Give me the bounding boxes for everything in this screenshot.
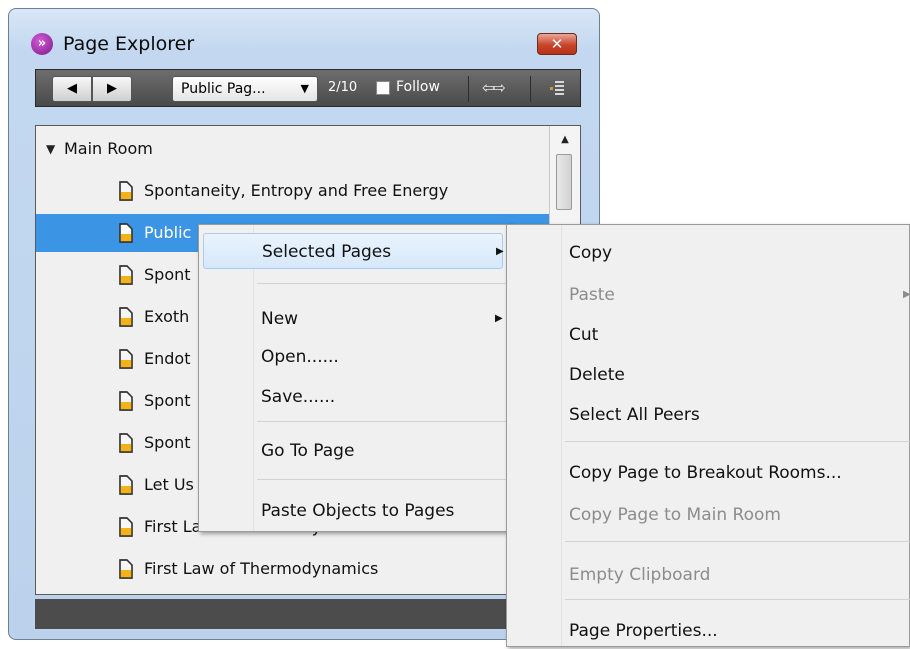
submenu-item-label: Delete bbox=[569, 365, 625, 385]
context-menu-item-label: Save...... bbox=[261, 387, 336, 407]
tree-page-label: First Law of Thermodynamics bbox=[144, 559, 379, 578]
submenu-item[interactable]: Copy Page to Breakout Rooms... bbox=[507, 457, 909, 491]
page-select-dropdown[interactable]: Public Pag... ▼ bbox=[172, 76, 318, 102]
page-icon bbox=[119, 307, 133, 327]
scroll-up-icon[interactable]: ▲ bbox=[555, 134, 575, 152]
page-icon bbox=[119, 517, 133, 537]
toolbar-divider bbox=[468, 76, 469, 102]
tree-page-label: Spontaneity, Entropy and Free Energy bbox=[144, 181, 449, 200]
submenu-item[interactable]: Paste ▶ bbox=[507, 279, 910, 313]
window-title: Page Explorer bbox=[63, 33, 195, 55]
follow-checkbox[interactable] bbox=[376, 81, 390, 95]
toolbar-divider bbox=[530, 76, 531, 102]
tree-page-label: Exoth bbox=[144, 307, 190, 326]
context-menu-item-label: Selected Pages bbox=[262, 242, 392, 262]
follow-label: Follow bbox=[396, 79, 440, 95]
page-icon bbox=[119, 349, 133, 369]
menu-separator bbox=[257, 479, 507, 480]
tree-page-row[interactable]: First Law of Thermodynamics bbox=[36, 550, 580, 588]
submenu-item[interactable]: Delete bbox=[507, 359, 909, 393]
submenu-item-label: Copy bbox=[569, 243, 613, 263]
page-icon bbox=[119, 475, 133, 495]
app-logo-icon: » bbox=[31, 33, 53, 55]
context-menu-item[interactable]: Go To Page bbox=[199, 433, 511, 469]
page-list-icon[interactable] bbox=[546, 78, 566, 98]
menu-separator bbox=[257, 421, 507, 422]
tree-page-label: Let Us bbox=[144, 475, 194, 494]
tree-root-main-room[interactable]: ▼ Main Room bbox=[36, 130, 580, 168]
context-menu-item[interactable]: Save...... bbox=[199, 379, 511, 415]
submenu-item[interactable]: Copy Page to Main Room bbox=[507, 499, 909, 533]
menu-icon-gutter bbox=[199, 225, 254, 531]
page-icon bbox=[119, 433, 133, 453]
submenu-item-label: Empty Clipboard bbox=[569, 565, 711, 585]
submenu-arrow-icon: ▶ bbox=[496, 246, 504, 257]
page-icon bbox=[119, 181, 133, 201]
submenu-item[interactable]: Copy bbox=[507, 237, 909, 271]
submenu-item[interactable]: Page Properties... bbox=[507, 615, 909, 649]
submenu-item-label: Copy Page to Main Room bbox=[569, 505, 781, 525]
submenu-item[interactable]: Empty Clipboard bbox=[507, 559, 909, 593]
tree-page-label: Spont bbox=[144, 391, 191, 410]
scroll-thumb[interactable] bbox=[556, 154, 572, 210]
context-menu-item[interactable]: Open...... bbox=[199, 339, 511, 375]
menu-separator bbox=[565, 541, 910, 542]
submenu-item[interactable]: Cut bbox=[507, 319, 909, 353]
next-page-button[interactable]: ▶ bbox=[92, 76, 132, 102]
tree-page-label: Spont bbox=[144, 433, 191, 452]
submenu-item-label: Select All Peers bbox=[569, 405, 700, 425]
tree-page-row[interactable]: Spontaneity, Entropy and Free Energy bbox=[36, 172, 580, 210]
menu-separator bbox=[565, 599, 910, 600]
menu-separator bbox=[257, 283, 507, 284]
chevron-down-icon: ▼ bbox=[300, 82, 309, 95]
tree-page-label: Endot bbox=[144, 349, 191, 368]
context-menu-item[interactable]: New ▶ bbox=[199, 301, 511, 337]
submenu-item-label: Page Properties... bbox=[569, 621, 718, 641]
context-menu: Selected Pages ▶ New ▶ Open...... Save...... G… bbox=[198, 224, 512, 532]
previous-page-button[interactable]: ◀ bbox=[52, 76, 92, 102]
submenu-item-label: Copy Page to Breakout Rooms... bbox=[569, 463, 842, 483]
submenu-item[interactable]: Select All Peers bbox=[507, 399, 909, 433]
tree-page-label: Spont bbox=[144, 265, 191, 284]
context-menu-item-label: New bbox=[261, 309, 299, 329]
toolbar: ◀ ▶ Public Pag... ▼ 2/10 Follow ⇦⇨ bbox=[35, 69, 581, 107]
selected-pages-submenu: Copy Paste ▶ Cut Delete Select All Peers Copy … bbox=[506, 224, 910, 647]
page-icon bbox=[119, 265, 133, 285]
expand-arrow-icon[interactable]: ▼ bbox=[46, 142, 55, 156]
page-select-value: Public Pag... bbox=[181, 81, 266, 97]
page-icon bbox=[119, 223, 133, 243]
window-footer bbox=[35, 599, 581, 629]
close-button[interactable]: ✕ bbox=[537, 33, 577, 55]
menu-separator bbox=[565, 441, 910, 442]
swap-arrows-icon[interactable]: ⇦⇨ bbox=[482, 78, 506, 97]
context-menu-item-label: Open...... bbox=[261, 347, 339, 367]
title-bar[interactable]: » Page Explorer ✕ bbox=[9, 9, 599, 65]
context-menu-item[interactable]: Paste Objects to Pages bbox=[199, 493, 511, 529]
submenu-item-label: Cut bbox=[569, 325, 599, 345]
submenu-arrow-icon: ▶ bbox=[495, 313, 503, 324]
submenu-arrow-icon: ▶ bbox=[903, 289, 910, 300]
context-menu-item-label: Go To Page bbox=[261, 441, 355, 461]
context-menu-item[interactable]: Selected Pages ▶ bbox=[203, 233, 504, 269]
tree-root-label: Main Room bbox=[64, 139, 153, 158]
submenu-item-label: Paste bbox=[569, 285, 615, 305]
page-icon bbox=[119, 559, 133, 579]
page-icon bbox=[119, 391, 133, 411]
page-count: 2/10 bbox=[328, 80, 358, 95]
context-menu-item-label: Paste Objects to Pages bbox=[261, 501, 455, 521]
